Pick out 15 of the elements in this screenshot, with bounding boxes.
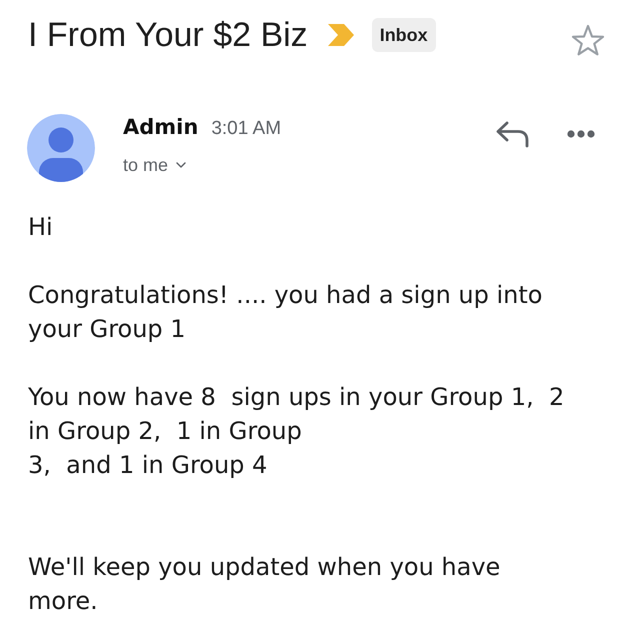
sender-name: Admin xyxy=(123,114,198,140)
avatar-icon xyxy=(27,114,95,182)
body-paragraph: Hi xyxy=(28,212,54,243)
sent-time: 3:01 AM xyxy=(211,117,282,141)
body-paragraph: You now have 8 sign ups in your Group 1, 2 in Group 2, 1 in Group 3, and 1 in Group 4 xyxy=(28,382,566,481)
inbox-label[interactable]: Inbox xyxy=(372,18,436,52)
body-paragraph: Congratulations! .... you had a sign up into your Group 1 xyxy=(28,280,544,345)
more-options-icon[interactable] xyxy=(567,130,595,138)
star-icon[interactable] xyxy=(571,24,605,56)
body-paragraph: We'll keep you updated when you have more. xyxy=(28,552,502,617)
recipient-dropdown[interactable]: to me xyxy=(123,153,186,177)
importance-marker-icon[interactable] xyxy=(328,24,354,46)
email-subject: I From Your $2 Biz xyxy=(28,15,308,56)
caret-icon xyxy=(176,162,186,168)
reply-icon[interactable] xyxy=(496,120,530,148)
